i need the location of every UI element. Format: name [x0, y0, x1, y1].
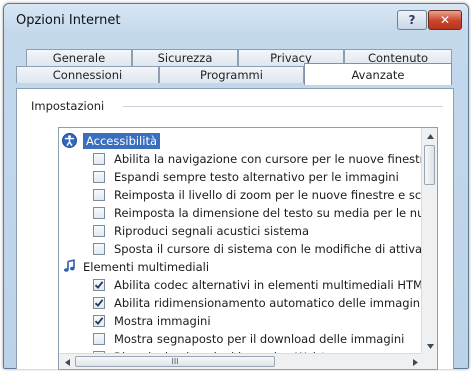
help-icon: ? [408, 13, 416, 27]
multimedia-icon [62, 259, 77, 274]
close-icon: ✕ [439, 13, 451, 27]
option-label: Espandi sempre testo alternativo per le … [114, 169, 399, 184]
accessibility-icon [62, 133, 77, 148]
category-accessibilita[interactable]: Accessibilità [62, 132, 161, 149]
checkbox-checked[interactable] [93, 296, 105, 309]
checkbox[interactable] [93, 206, 105, 219]
tab-panel-avanzate: Impostazioni Accessibilità Abilita la na… [16, 88, 454, 370]
help-button[interactable]: ? [397, 10, 427, 30]
option-row[interactable]: Mostra segnaposto per il download delle … [93, 330, 404, 347]
scroll-grip-icon: III [171, 357, 179, 366]
settings-group-label: Impostazioni [31, 99, 109, 113]
option-label: Mostra segnaposto per il download delle … [114, 331, 405, 346]
group-divider [123, 106, 443, 107]
checkbox-checked[interactable] [93, 278, 105, 291]
option-label: Abilita ridimensionamento automatico del… [114, 295, 424, 310]
option-label: Mostra immagini [114, 313, 211, 328]
option-row[interactable]: Abilita la navigazione con cursore per l… [93, 150, 438, 167]
checkbox[interactable] [93, 332, 105, 345]
option-label: Sposta il cursore di sistema con le modi… [114, 241, 438, 256]
horizontal-scrollbar[interactable]: III [59, 353, 423, 369]
option-row[interactable]: Riproduci segnali acustici sistema [93, 222, 309, 239]
category-label: Elementi multimediali [83, 259, 210, 274]
scroll-up-icon[interactable] [422, 128, 437, 144]
checkbox[interactable] [93, 242, 105, 255]
close-button[interactable]: ✕ [428, 10, 462, 30]
checkbox[interactable] [93, 170, 105, 183]
tab-programmi[interactable]: Programmi [159, 66, 304, 83]
option-row[interactable]: Abilita ridimensionamento automatico del… [93, 294, 423, 311]
option-row[interactable]: Reimposta il livello di zoom per le nuov… [93, 186, 438, 203]
option-label: Reimposta il livello di zoom per le nuov… [114, 187, 438, 202]
vertical-scrollbar[interactable] [421, 128, 437, 354]
tab-connessioni[interactable]: Connessioni [16, 66, 159, 83]
horizontal-scroll-thumb[interactable]: III [75, 356, 275, 367]
window-title: Opzioni Internet [16, 13, 121, 28]
option-label: Reimposta la dimensione del testo su med… [114, 205, 438, 220]
tab-sicurezza[interactable]: Sicurezza [132, 49, 238, 66]
tab-strip: Generale Sicurezza Privacy Contenuto Con… [16, 49, 454, 89]
scroll-down-icon[interactable] [422, 338, 437, 354]
category-elementi-multimediali[interactable]: Elementi multimediali [62, 258, 209, 275]
option-label: Abilita la navigazione con cursore per l… [114, 151, 438, 166]
option-row[interactable]: Mostra immagini [93, 312, 211, 329]
vertical-scroll-thumb[interactable] [424, 145, 435, 185]
category-label: Accessibilità [83, 132, 161, 149]
option-label: Abilita codec alternativi in elementi mu… [114, 277, 438, 292]
option-row[interactable]: Abilita codec alternativi in elementi mu… [93, 276, 438, 293]
title-bar[interactable]: Opzioni Internet ? ✕ [4, 4, 468, 36]
checkbox[interactable] [93, 188, 105, 201]
internet-options-window: Opzioni Internet ? ✕ Generale Sicurezza … [3, 3, 469, 370]
settings-tree-list[interactable]: Accessibilità Abilita la navigazione con… [58, 127, 438, 370]
checkbox[interactable] [93, 152, 105, 165]
checkbox-checked[interactable] [93, 314, 105, 327]
option-label: Riproduci segnali acustici sistema [114, 223, 310, 238]
option-row[interactable]: Sposta il cursore di sistema con le modi… [93, 240, 438, 257]
tab-generale[interactable]: Generale [26, 49, 132, 66]
scrollbar-corner [421, 353, 437, 369]
checkbox[interactable] [93, 224, 105, 237]
tab-avanzate[interactable]: Avanzate [304, 63, 452, 85]
scroll-left-icon[interactable] [59, 354, 75, 369]
option-row[interactable]: Reimposta la dimensione del testo su med… [93, 204, 438, 221]
option-row[interactable]: Espandi sempre testo alternativo per le … [93, 168, 399, 185]
